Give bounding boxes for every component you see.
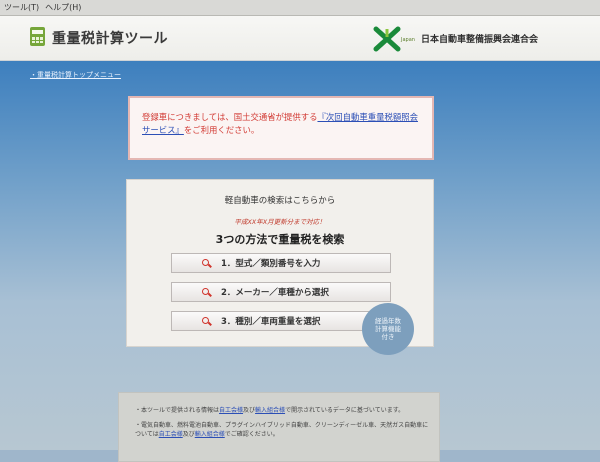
search-icon [202, 287, 211, 297]
search-by-model-button[interactable]: 1．型式／類別番号を入力 [171, 253, 391, 273]
footer-text: でご確認ください。 [224, 431, 279, 438]
panel-title: 3つの方法で重量税を検索 [215, 233, 345, 246]
footer-note-2: ・電気自動車、燃料電池自動車、プラグインハイブリッド自動車、クリーンディーゼル車… [135, 421, 429, 439]
org-sub-label: Japan [401, 37, 415, 43]
elapsed-years-badge: 経過年数 計算機能 付き [362, 303, 414, 355]
app-title: 重量税計算ツール [52, 31, 168, 47]
main-content: ・重量税計算トップメニュー 登録車につきましては、国土交通省が提供する『次回自動… [0, 61, 600, 462]
button-label: 2．メーカー／車種から選択 [221, 288, 329, 298]
org-name: 日本自動車整備振興会連合会 [421, 35, 539, 45]
calculator-icon [30, 27, 45, 46]
footer-notes: ・本ツールで提供される情報は自工会様及び輸入組合様で開示されているデータに基づい… [118, 392, 440, 462]
breadcrumb-top-menu[interactable]: ・重量税計算トップメニュー [30, 70, 121, 80]
notice-text-after: をご利用ください。 [183, 125, 260, 135]
search-icon [202, 258, 211, 268]
org-logo-icon [373, 26, 401, 52]
menu-tools[interactable]: ツール(T) [4, 2, 39, 13]
registered-car-notice: 登録車につきましては、国土交通省が提供する『次回自動車重量税額照会サービス』をご… [128, 96, 434, 160]
site-header: 重量税計算ツール Japan 日本自動車整備振興会連合会 [0, 16, 600, 61]
search-by-weight-button[interactable]: 3．種別／車両重量を選択 [171, 311, 391, 331]
search-icon [202, 316, 211, 326]
search-by-maker-button[interactable]: 2．メーカー／車種から選択 [171, 282, 391, 302]
notice-text-before: 登録車につきましては、国土交通省が提供する [142, 112, 318, 122]
footer-text: で開示されているデータに基づいています。 [285, 407, 405, 414]
menu-help[interactable]: ヘルプ(H) [45, 2, 81, 13]
jama-link[interactable]: 自工会様 [219, 407, 243, 414]
button-label: 3．種別／車両重量を選択 [221, 317, 321, 327]
footer-note-1: ・本ツールで提供される情報は自工会様及び輸入組合様で開示されているデータに基づい… [135, 406, 429, 415]
jaia-link[interactable]: 輸入組合様 [195, 431, 225, 438]
badge-text: 経過年数 計算機能 付き [375, 317, 401, 341]
jama-link[interactable]: 自工会様 [159, 431, 183, 438]
button-label: 1．型式／類別番号を入力 [221, 259, 321, 269]
footer-text: ・本ツールで提供される情報は [135, 407, 220, 414]
menu-bar: ツール(T) ヘルプ(H) [0, 0, 600, 16]
footer-text: 及び [243, 407, 256, 414]
panel-heading: 軽自動車の検索はこちらから [224, 196, 336, 206]
jaia-link[interactable]: 輸入組合様 [255, 407, 285, 414]
update-note: 平成XX年X月更新分まで対応！ [234, 218, 326, 226]
footer-text: 及び [182, 431, 195, 438]
